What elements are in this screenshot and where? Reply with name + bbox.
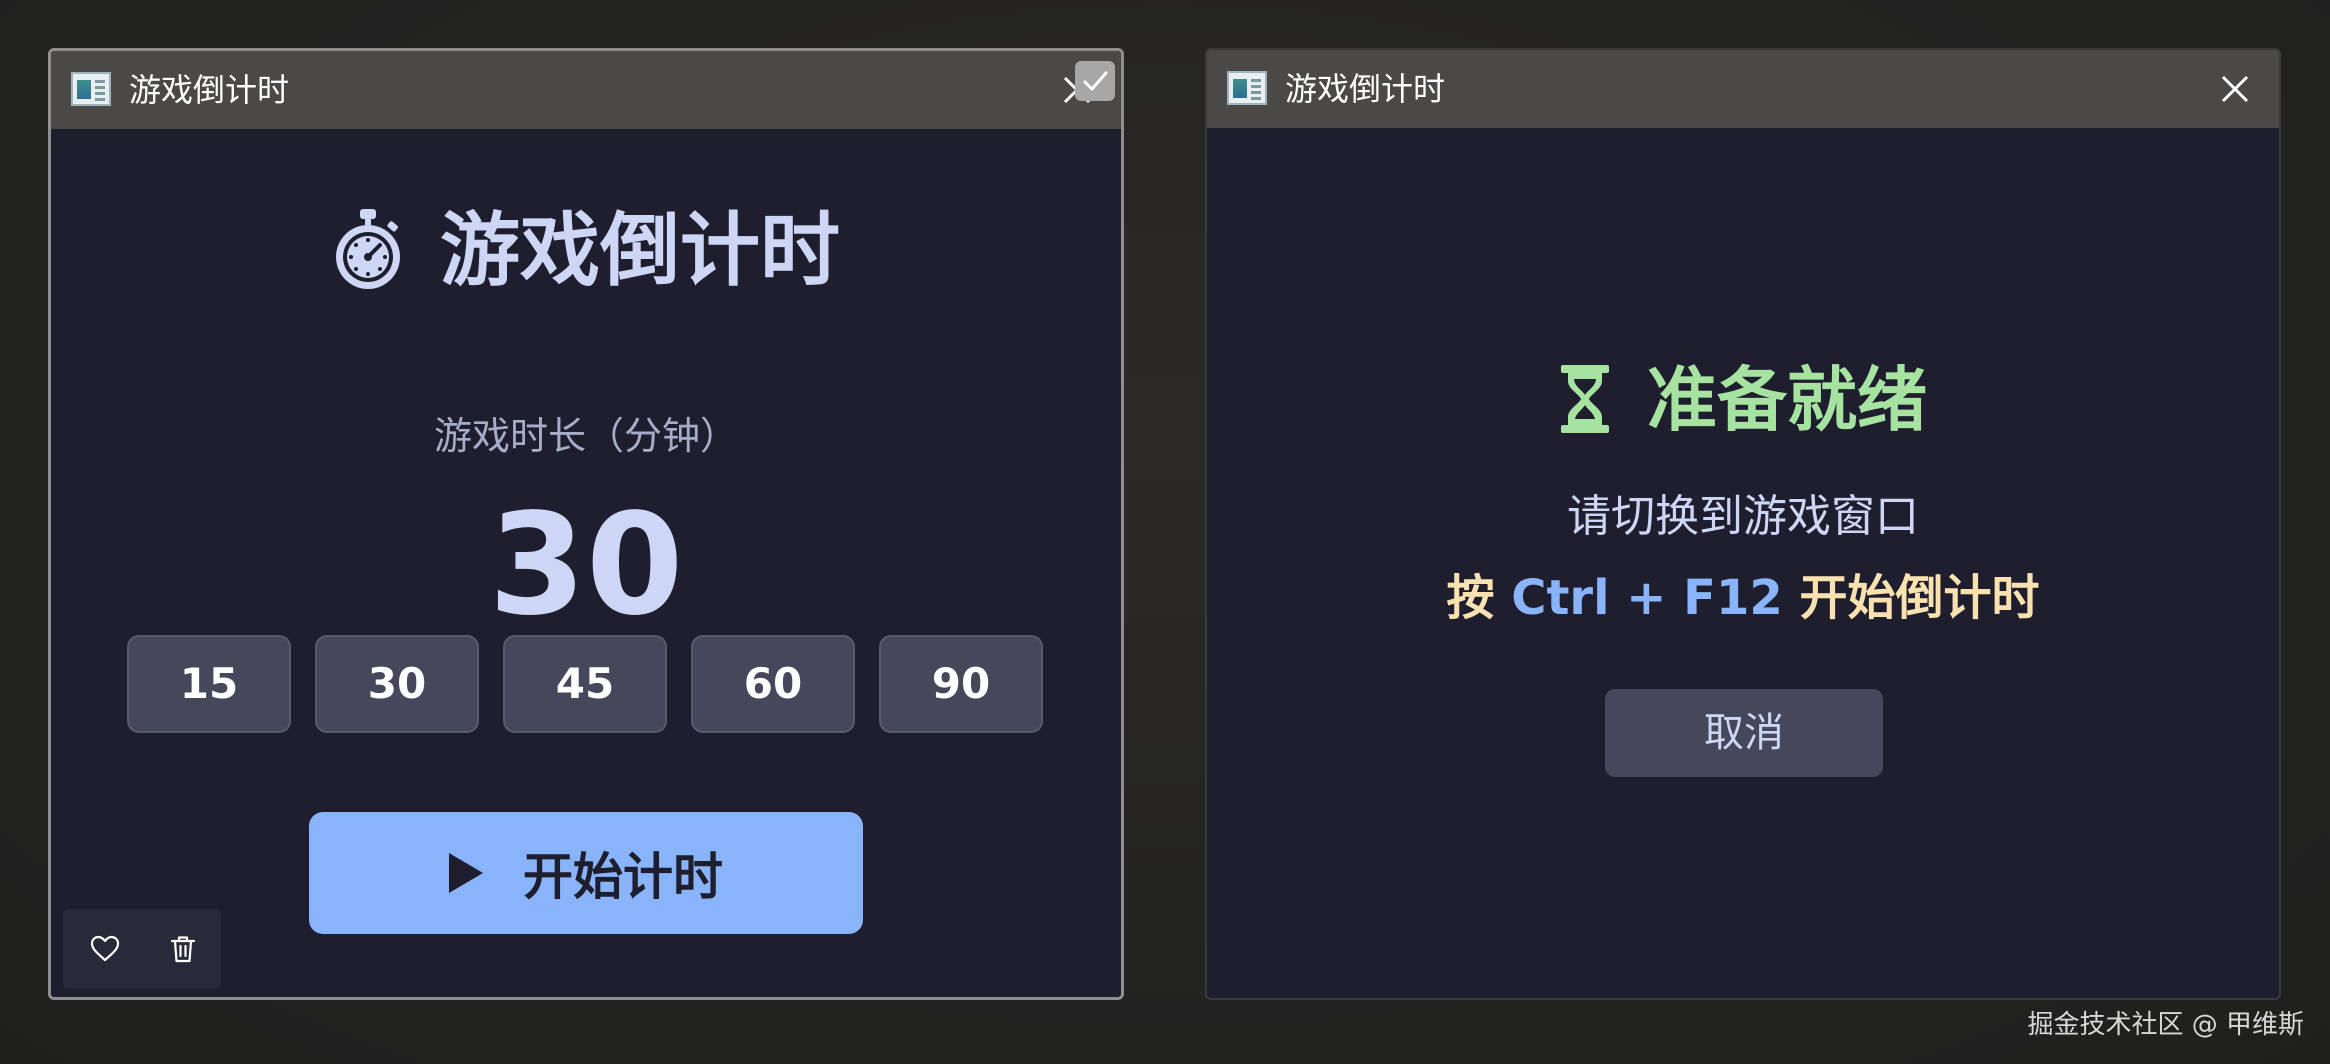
trash-icon[interactable]	[167, 933, 199, 965]
hourglass-icon	[1561, 364, 1609, 433]
ready-window: 游戏倒计时 准备就绪 请切换到游戏窗口 按 Ctrl + F12 开始倒计时 取…	[1205, 48, 2281, 1000]
ready-heading-text: 准备就绪	[1647, 359, 1927, 441]
setup-window: 游戏倒计时 游戏倒计时 游戏时长（分钟） 30 15 30 45 60 90 开…	[48, 48, 1124, 1000]
check-icon	[1083, 71, 1108, 91]
stopwatch-icon	[336, 209, 400, 290]
preset-button-60[interactable]: 60	[691, 635, 855, 733]
preset-button-30[interactable]: 30	[315, 635, 479, 733]
heart-icon[interactable]	[89, 933, 121, 965]
app-window-icon	[1227, 71, 1267, 105]
title-bar[interactable]: 游戏倒计时	[51, 51, 1121, 129]
preset-button-90[interactable]: 90	[879, 635, 1043, 733]
hotkey-instruction: 按 Ctrl + F12 开始倒计时	[1207, 558, 2279, 628]
title-bar[interactable]: 游戏倒计时	[1207, 50, 2279, 128]
ready-heading: 准备就绪	[1207, 350, 2279, 450]
heading-text: 游戏倒计时	[440, 204, 840, 297]
select-checkbox[interactable]	[1075, 61, 1115, 101]
start-button-label: 开始计时	[523, 848, 723, 906]
cancel-button[interactable]: 取消	[1605, 689, 1883, 777]
window-title: 游戏倒计时	[129, 71, 290, 109]
play-icon	[449, 853, 483, 893]
hotkey-suffix: 开始倒计时	[1799, 570, 2040, 626]
start-timer-button[interactable]: 开始计时	[309, 812, 863, 934]
switch-window-instruction: 请切换到游戏窗口	[1567, 491, 1919, 542]
preset-button-15[interactable]: 15	[127, 635, 291, 733]
duration-label: 游戏时长（分钟）	[433, 414, 738, 458]
preset-button-45[interactable]: 45	[503, 635, 667, 733]
duration-value: 30	[488, 484, 684, 647]
window-title: 游戏倒计时	[1285, 70, 1446, 108]
watermark: 掘金技术社区 @ 甲维斯	[2027, 1010, 2304, 1040]
page-heading: 游戏倒计时	[51, 201, 1121, 301]
app-window-icon	[71, 72, 111, 106]
hotkey-combo: Ctrl + F12	[1511, 570, 1783, 626]
floating-toolbar	[63, 909, 221, 989]
hotkey-prefix: 按	[1446, 570, 1495, 626]
close-icon[interactable]	[2217, 71, 2253, 107]
